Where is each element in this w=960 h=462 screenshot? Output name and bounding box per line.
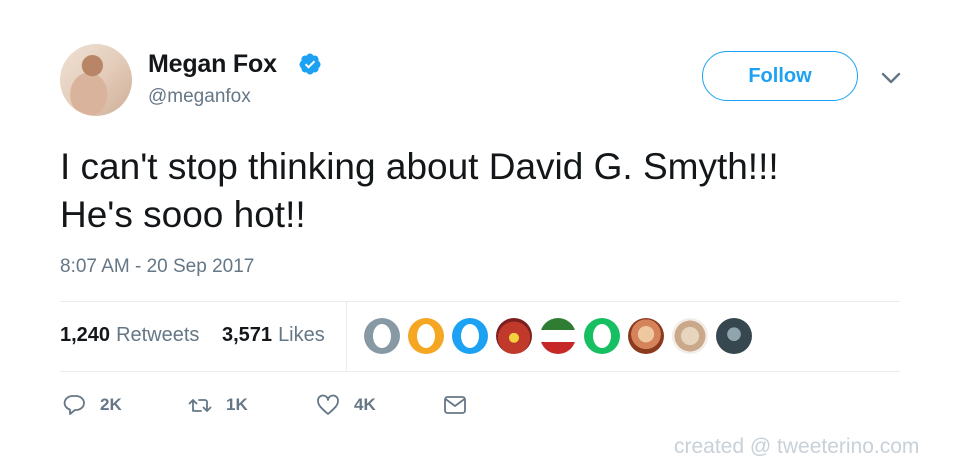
reply-count: 2K	[100, 395, 122, 414]
liker-avatar[interactable]	[716, 318, 752, 354]
direct-message-button[interactable]	[443, 394, 467, 416]
liker-avatar[interactable]	[672, 318, 708, 354]
likes-count: 3,571	[222, 324, 273, 346]
divider	[60, 301, 900, 302]
retweets-label: Retweets	[116, 324, 200, 346]
liker-avatar[interactable]	[408, 318, 444, 354]
follow-button[interactable]: Follow	[702, 51, 858, 101]
watermark: created @ tweeterino.com	[674, 435, 920, 458]
egg-avatar-icon	[593, 324, 611, 348]
tweet-timestamp[interactable]: 8:07 AM - 20 Sep 2017	[60, 256, 254, 278]
envelope-icon	[444, 396, 466, 414]
retweet-count: 1K	[226, 395, 248, 414]
stats-divider	[346, 302, 347, 371]
egg-avatar-icon	[461, 324, 479, 348]
egg-avatar-icon	[373, 324, 391, 348]
liker-avatar[interactable]	[628, 318, 664, 354]
retweets-stat[interactable]: 1,240 Retweets	[60, 324, 199, 347]
likes-stat[interactable]: 3,571 Likes	[222, 324, 325, 347]
like-count: 4K	[354, 395, 376, 414]
retweet-icon	[188, 399, 212, 412]
liker-avatar[interactable]	[364, 318, 400, 354]
chevron-down-icon[interactable]	[880, 70, 902, 86]
tweet-text-line: I can't stop thinking about David G. Smy…	[60, 146, 779, 187]
user-handle[interactable]: @meganfox	[148, 86, 251, 108]
liker-avatar[interactable]	[584, 318, 620, 354]
likes-label: Likes	[278, 324, 325, 346]
liker-avatar[interactable]	[452, 318, 488, 354]
egg-avatar-icon	[417, 324, 435, 348]
liker-avatar[interactable]	[496, 318, 532, 354]
display-name[interactable]: Megan Fox	[148, 50, 277, 79]
avatar[interactable]	[60, 44, 132, 116]
tweet-text-line: He's sooo hot!!	[60, 194, 306, 235]
tweet-text: I can't stop thinking about David G. Smy…	[60, 143, 920, 239]
like-button[interactable]: 4K	[316, 394, 376, 416]
retweets-count: 1,240	[60, 324, 111, 346]
heart-icon	[317, 394, 339, 415]
reply-icon	[63, 395, 85, 415]
verified-badge-icon	[299, 53, 321, 75]
divider	[60, 371, 900, 372]
reply-button[interactable]: 2K	[62, 394, 122, 416]
retweet-button[interactable]: 1K	[188, 394, 248, 416]
liker-avatar[interactable]	[540, 318, 576, 354]
